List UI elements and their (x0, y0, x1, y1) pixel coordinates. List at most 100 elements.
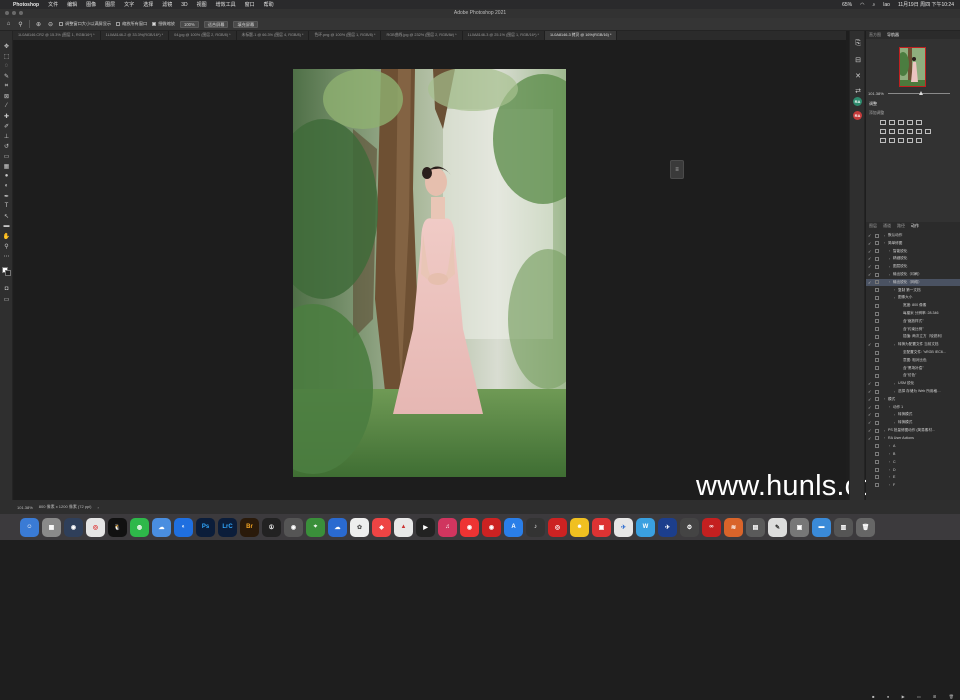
dialog-toggle-box[interactable] (875, 373, 879, 378)
document-tab[interactable]: 1L0A8146-3 @ 25.1% (图层 1, RGB/16*) * (463, 31, 545, 40)
zoom-100-button[interactable]: 100% (179, 20, 199, 28)
action-row[interactable]: 每厘米 分辨率: 28.346 (866, 310, 960, 317)
netease-icon[interactable]: ◉ (482, 517, 501, 537)
healing-brush-tool-icon[interactable]: ✚ (2, 112, 11, 120)
dialog-toggle-box[interactable] (875, 319, 879, 324)
expand-chevron-icon[interactable]: › (894, 421, 895, 425)
expand-chevron-icon[interactable]: › (889, 475, 890, 479)
dialog-toggle-box[interactable] (875, 405, 879, 410)
final-cut-icon[interactable]: ▶ (416, 517, 435, 537)
expand-chevron-icon[interactable]: › (894, 296, 895, 300)
dialog-toggle-box[interactable] (875, 420, 879, 425)
dialog-toggle-box[interactable] (875, 475, 879, 480)
action-row[interactable]: 含"约束比例" (866, 326, 960, 333)
posterize-icon[interactable] (889, 138, 895, 143)
delete-icon[interactable]: 🗑 (949, 694, 954, 699)
expand-chevron-icon[interactable]: › (889, 249, 890, 253)
zoom-out-icon[interactable]: ⊖ (47, 21, 54, 28)
dialog-toggle-box[interactable] (875, 451, 879, 456)
wps-icon[interactable]: W (636, 517, 655, 537)
action-toggle-checkbox[interactable]: ✓ (868, 397, 871, 402)
toolbox-icon[interactable]: ☻ (570, 517, 589, 537)
tools-panel-icon[interactable]: ✕ (853, 71, 863, 81)
dialog-toggle-box[interactable] (875, 264, 879, 269)
dialog-toggle-box[interactable] (875, 241, 879, 246)
action-row[interactable]: ✓ › 智能锐化 (866, 248, 960, 255)
gradient-map-icon[interactable] (916, 138, 922, 143)
action-toggle-checkbox[interactable]: ✓ (868, 241, 871, 246)
trash-icon[interactable]: 🗑 (856, 517, 875, 537)
maps-icon[interactable]: ⌖ (306, 517, 325, 537)
screenshot-icon[interactable]: ▣ (790, 517, 809, 537)
channel-mixer-icon[interactable] (916, 129, 922, 134)
screenrecorder-icon[interactable]: ▣ (592, 517, 611, 537)
expand-chevron-icon[interactable]: › (889, 273, 890, 277)
finder-icon[interactable]: ☺ (20, 517, 39, 537)
resize-windows-checkbox[interactable]: 调整窗口大小以满屏显示 (59, 21, 111, 27)
action-row[interactable]: ✓ › PS 批量修图动作 (简易素材… (866, 427, 960, 434)
expand-chevron-icon[interactable]: › (894, 382, 895, 386)
tab-histogram[interactable]: 直方图 (866, 32, 884, 38)
selective-color-icon[interactable] (907, 138, 913, 143)
action-row[interactable]: 含"黑场补偿" (866, 365, 960, 372)
expand-chevron-icon[interactable]: › (889, 483, 890, 487)
menu-filter[interactable]: 滤镜 (162, 1, 172, 8)
document-tab[interactable]: 未标题-1 @ 66.3% (图层 4, RGB/8) * (237, 31, 310, 40)
status-zoom[interactable]: 101.38% (17, 505, 33, 510)
dialog-toggle-box[interactable] (875, 381, 879, 386)
action-row[interactable]: › A (866, 443, 960, 450)
dialog-toggle-box[interactable] (875, 459, 879, 464)
record-icon[interactable]: ● (887, 694, 889, 699)
action-toggle-checkbox[interactable]: ✓ (868, 389, 871, 394)
action-row[interactable]: ✓ › 默认动作 (866, 232, 960, 239)
dialog-toggle-box[interactable] (875, 288, 879, 293)
menu-type[interactable]: 文字 (124, 1, 134, 8)
dialog-toggle-box[interactable] (875, 249, 879, 254)
expand-chevron-icon[interactable]: › (889, 405, 890, 409)
dialog-toggle-box[interactable] (875, 311, 879, 316)
action-row[interactable]: ✓ › USM 锐化 (866, 380, 960, 387)
dialog-toggle-box[interactable] (875, 342, 879, 347)
obs-icon[interactable]: ◉ (284, 517, 303, 537)
action-row[interactable]: › 图像大小 (866, 294, 960, 301)
frame-tool-icon[interactable]: ⊠ (2, 92, 11, 100)
airmail-icon[interactable]: ✈ (614, 517, 633, 537)
baidu-netdisk-icon[interactable]: ☁ (328, 517, 347, 537)
document-photo[interactable] (293, 69, 566, 477)
expand-chevron-icon[interactable]: › (889, 468, 890, 472)
hue-icon[interactable] (880, 129, 886, 134)
action-row[interactable]: › F (866, 482, 960, 489)
slack-icon[interactable]: ≋ (724, 517, 743, 537)
properties-panel-icon[interactable]: ⊟ (853, 55, 863, 65)
action-toggle-checkbox[interactable]: ✓ (868, 412, 871, 417)
menu-edit[interactable]: 编辑 (67, 1, 77, 8)
dialog-toggle-box[interactable] (875, 412, 879, 417)
menu-file[interactable]: 文件 (48, 1, 58, 8)
home-icon[interactable]: ⌂ (5, 21, 12, 28)
photos-icon[interactable]: ✿ (350, 517, 369, 537)
brightness-icon[interactable] (880, 120, 886, 125)
expand-chevron-icon[interactable]: › (884, 397, 885, 401)
lasso-tool-icon[interactable]: ◌ (2, 62, 11, 70)
menu-help[interactable]: 帮助 (264, 1, 274, 8)
action-toggle-checkbox[interactable]: ✓ (868, 272, 871, 277)
expand-chevron-icon[interactable]: › (884, 241, 885, 245)
action-toggle-checkbox[interactable]: ✓ (868, 256, 871, 261)
new-set-icon[interactable]: ▭ (917, 694, 921, 699)
expand-chevron-icon[interactable]: › (889, 265, 890, 269)
action-row[interactable]: ✓ › 输出锐化（印刷） (866, 271, 960, 278)
textedit-icon[interactable]: ✎ (768, 517, 787, 537)
preview-icon[interactable]: ▤ (746, 517, 765, 537)
document-tab[interactable]: 04.jpg @ 100% (图层 2, RGB/8) * (169, 31, 237, 40)
stack-icon[interactable]: ▥ (834, 517, 853, 537)
expand-chevron-icon[interactable]: › (894, 413, 895, 417)
action-row[interactable]: ✓ › 简单修图 (866, 240, 960, 247)
tab-channels[interactable]: 通道 (880, 223, 894, 229)
action-toggle-checkbox[interactable]: ✓ (868, 405, 871, 410)
expand-chevron-icon[interactable]: › (894, 343, 895, 347)
expand-chevron-icon[interactable]: › (889, 460, 890, 464)
dialog-toggle-box[interactable] (875, 233, 879, 238)
search-icon[interactable]: ⌕ (872, 2, 875, 8)
action-row[interactable]: › C (866, 458, 960, 465)
dialog-toggle-box[interactable] (875, 334, 879, 339)
